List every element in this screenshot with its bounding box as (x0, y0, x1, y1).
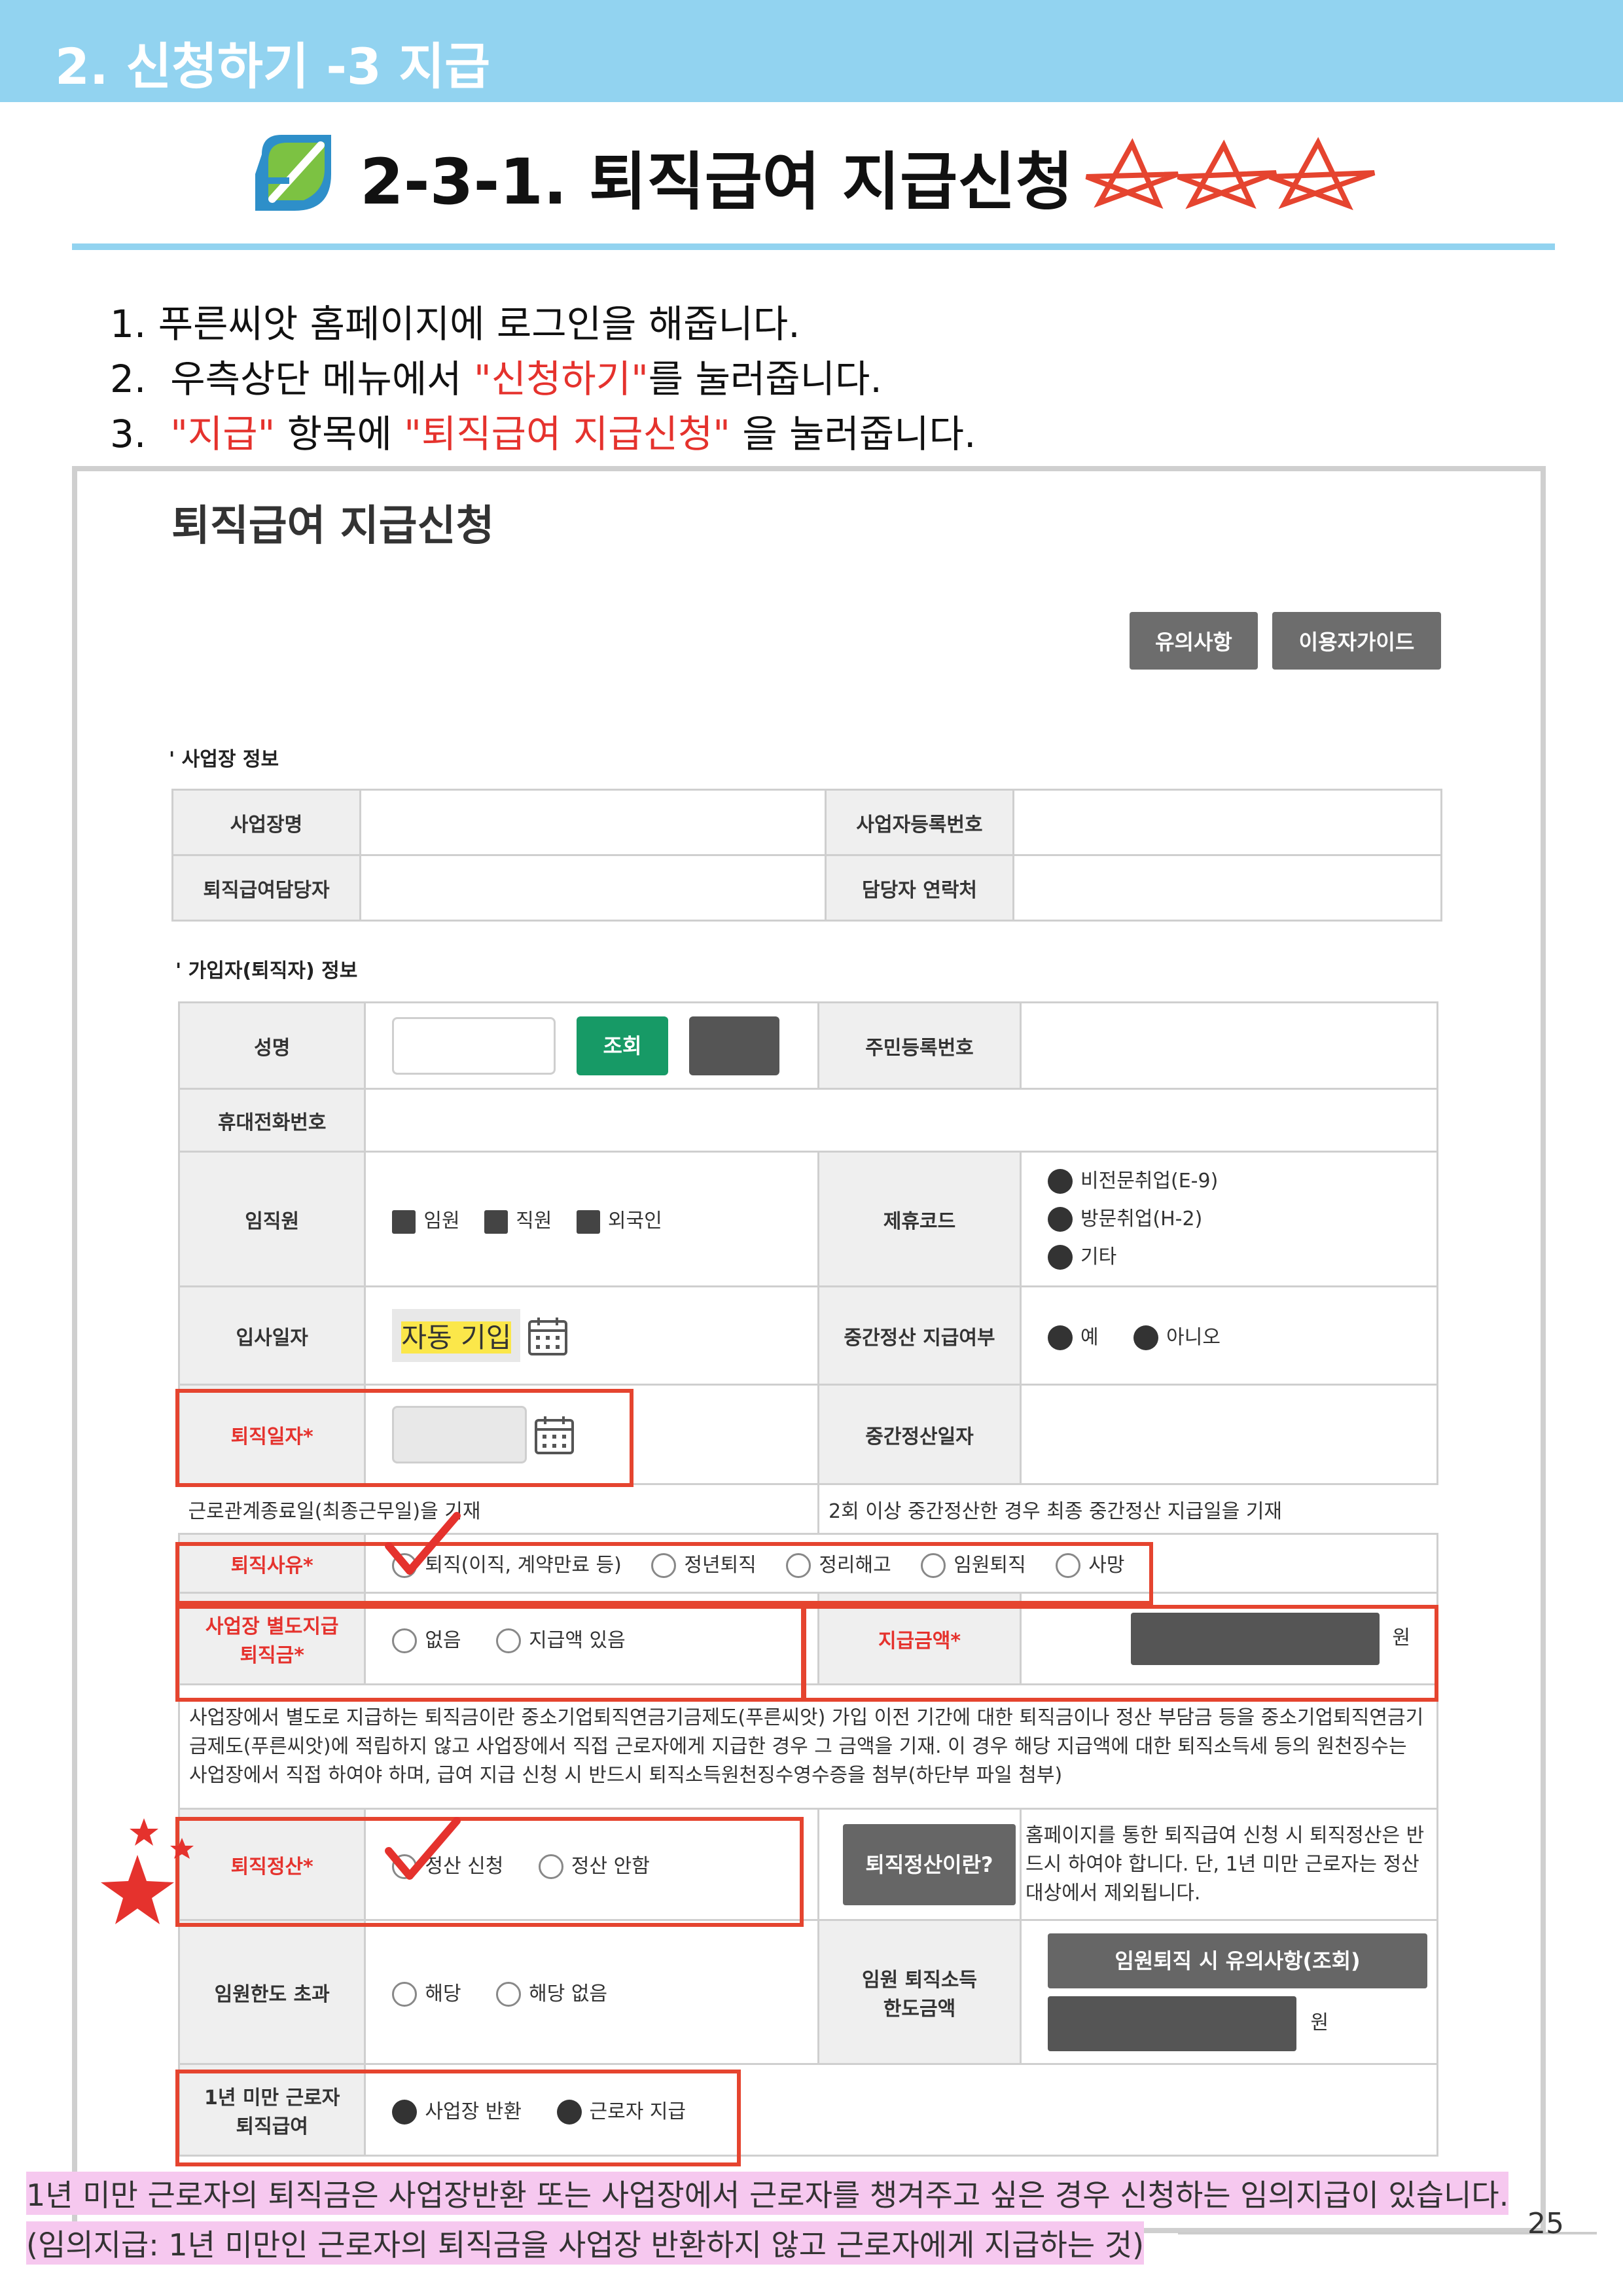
exec-limit-amount-input[interactable] (1048, 1996, 1296, 2051)
title-divider (72, 243, 1555, 250)
join-date-input[interactable]: 자동 기입 (392, 1309, 521, 1362)
highlight-settlement (175, 1817, 804, 1927)
bottom-note: 1년 미만 근로자의 퇴직금은 사업장반환 또는 사업장에서 근로자를 챙겨주고… (26, 2172, 1509, 2271)
join-date-cell: 자동 기입 (364, 1285, 819, 1386)
manager-contact-label: 담당자 연락처 (825, 854, 1014, 922)
user-guide-button[interactable]: 이용자가이드 (1272, 612, 1441, 670)
partner-code-label: 제휴코드 (817, 1151, 1022, 1287)
exec-limit-option-no[interactable]: 해당 없음 (496, 1977, 607, 2007)
settlement-info-cell: 퇴직정산이란? (817, 1808, 1022, 1921)
redacted-button[interactable] (688, 1016, 779, 1075)
instruction-step-1: 1. 푸른씨앗 홈페이지에 로그인을 해줍니다. (110, 302, 800, 346)
separate-severance-note: 사업장에서 별도로 지급하는 퇴직금이란 중소기업퇴직연금기금제도(푸른씨앗) … (178, 1683, 1438, 1810)
instruction-step-3: 3. "지급" 항목에 "퇴직급여 지급신청" 을 눌러줍니다. (110, 412, 976, 456)
leaf-logo-icon (255, 135, 331, 211)
interim-payment-options: 예 아니오 (1020, 1285, 1438, 1386)
code-option-e9[interactable]: 비전문취업(E-9) (1048, 1162, 1427, 1200)
highlight-retire-reason (175, 1542, 1153, 1605)
business-number-label: 사업자등록번호 (825, 789, 1014, 856)
name-label: 성명 (177, 1001, 366, 1090)
staff-option-exec[interactable]: 임원 (392, 1204, 460, 1234)
section-header-text: 2. 신청하기 -3 지급 (55, 37, 491, 96)
interim-date-label: 중간정산일자 (817, 1384, 1022, 1485)
member-section-heading: ' 가입자(퇴직자) 정보 (175, 960, 358, 982)
workplace-table: 사업장명 사업자등록번호 퇴직급여담당자 담당자 연락처 (171, 789, 1442, 922)
section-header-bar: 2. 신청하기 -3 지급 (0, 0, 1623, 102)
settlement-note: 홈페이지를 통한 퇴직급여 신청 시 퇴직정산은 반드시 하여야 합니다. 단,… (1020, 1808, 1438, 1921)
business-number-value (1012, 789, 1442, 856)
what-is-settlement-button[interactable]: 퇴직정산이란? (842, 1823, 1016, 1905)
code-option-h2[interactable]: 방문취업(H-2) (1048, 1200, 1427, 1238)
name-input[interactable] (392, 1016, 556, 1075)
manager-contact-value (1012, 854, 1442, 922)
staff-option-employee[interactable]: 직원 (484, 1204, 552, 1234)
name-cell: 조회 (364, 1001, 819, 1090)
staff-options: 임원 직원 외국인 (364, 1151, 819, 1287)
bottom-note-line-2: (임의지급: 1년 미만인 근로자의 퇴직금을 사업장 반환하지 않고 근로자에… (26, 2221, 1145, 2265)
workplace-section-heading: ' 사업장 정보 (169, 748, 279, 771)
check-mark-icon (385, 1817, 461, 1880)
notice-button[interactable]: 유의사항 (1130, 612, 1258, 670)
interim-option-no[interactable]: 아니오 (1133, 1321, 1221, 1351)
exec-limit-label: 임원한도 초과 (177, 1919, 366, 2065)
highlight-separate-severance (175, 1605, 805, 1702)
staff-option-foreigner[interactable]: 외국인 (576, 1204, 662, 1234)
highlight-retire-date (175, 1389, 633, 1487)
red-stars-icon (101, 1818, 194, 1924)
interim-date-note: 2회 이상 중간정산한 경우 최종 중간정산 지급일을 기재 (817, 1483, 1438, 1535)
phone-value (364, 1088, 1438, 1153)
instruction-step-2: 2. 우측상단 메뉴에서 "신청하기"를 눌러줍니다. (110, 357, 882, 401)
manager-label: 퇴직급여담당자 (171, 854, 361, 922)
interim-option-yes[interactable]: 예 (1048, 1321, 1099, 1351)
interim-date-value (1020, 1384, 1438, 1485)
rrn-label: 주민등록번호 (817, 1001, 1022, 1090)
retire-date-note: 근로관계종료일(최종근무일)을 기재 (179, 1483, 819, 1535)
calendar-icon[interactable] (527, 1315, 569, 1357)
highlight-under-1-year (175, 2070, 741, 2166)
bottom-note-line-1: 1년 미만 근로자의 퇴직금은 사업장반환 또는 사업장에서 근로자를 챙겨주고… (26, 2172, 1509, 2215)
phone-label: 휴대전화번호 (177, 1088, 366, 1153)
exec-tax-limit-cell: 임원퇴직 시 유의사항(조회) 원 (1020, 1919, 1438, 2065)
lookup-button[interactable]: 조회 (576, 1016, 668, 1075)
exec-tax-limit-label: 임원 퇴직소득 한도금액 (817, 1919, 1022, 2065)
rrn-value (1020, 1001, 1438, 1090)
highlight-payment-amount (802, 1605, 1438, 1702)
form-title: 퇴직급여 지급신청 (171, 502, 495, 550)
code-option-etc[interactable]: 기타 (1048, 1238, 1427, 1276)
exec-limit-option-yes[interactable]: 해당 (392, 1977, 461, 2007)
workplace-name-value (359, 789, 827, 856)
interim-payment-label: 중간정산 지급여부 (817, 1285, 1022, 1386)
exec-limit-options: 해당 해당 없음 (364, 1919, 819, 2065)
page-title: 2-3-1. 퇴직급여 지급신청 (360, 145, 1073, 219)
page-number: 25 (1527, 2207, 1564, 2240)
staff-label: 임직원 (177, 1151, 366, 1287)
join-date-label: 입사일자 (177, 1285, 366, 1386)
partner-code-options: 비전문취업(E-9) 방문취업(H-2) 기타 (1020, 1151, 1438, 1287)
workplace-name-label: 사업장명 (171, 789, 361, 856)
manager-value (359, 854, 827, 922)
exec-notice-button[interactable]: 임원퇴직 시 유의사항(조회) (1048, 1933, 1427, 1988)
stars-scribble-icon (1085, 137, 1376, 211)
check-mark-icon (385, 1512, 461, 1575)
